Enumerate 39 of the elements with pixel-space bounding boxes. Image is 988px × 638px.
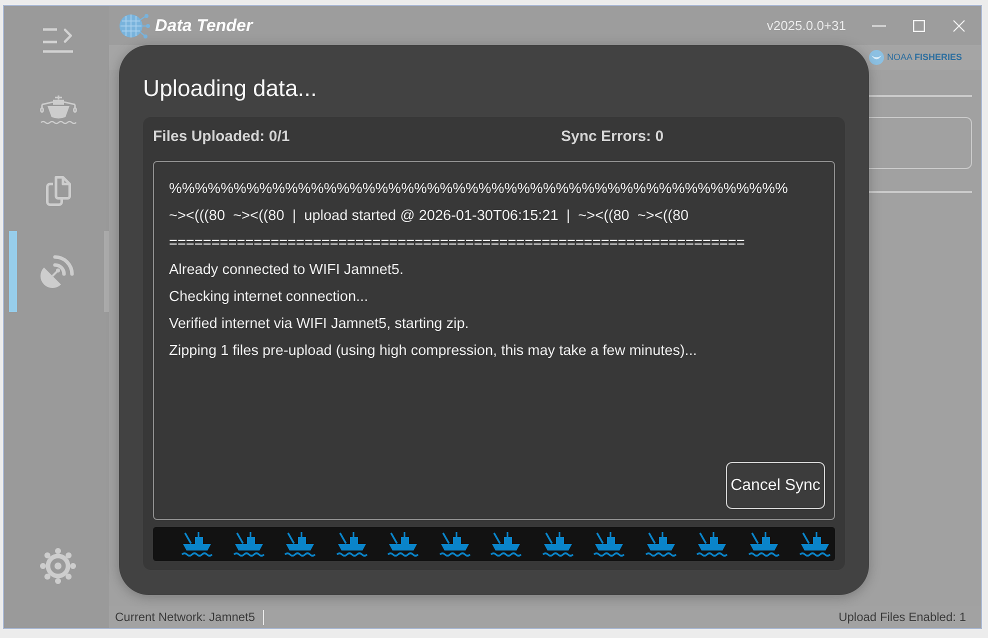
upload-files-status: Upload Files Enabled: 1 bbox=[838, 609, 966, 626]
emblem-icon bbox=[868, 50, 884, 65]
documents-icon bbox=[46, 176, 70, 206]
maximize-icon bbox=[912, 20, 924, 32]
logo-text: NOAA FISHERIES bbox=[886, 50, 962, 64]
log-line: Zipping 1 files pre-upload (using high compression, this may take a few minutes)... bbox=[169, 342, 698, 361]
files-uploaded-label: Files Uploaded: 0/1 bbox=[153, 127, 291, 147]
dialog-title: Uploading data... bbox=[143, 74, 318, 102]
fishing-boat-icon bbox=[438, 531, 470, 557]
log-line: %%%%%%%%%%%%%%%%%%%%%%%%%%%%%%%%%%%%%%%%%%%%%%%% bbox=[169, 180, 789, 199]
fishing-boat-icon bbox=[490, 531, 522, 557]
app-title: Data Tender bbox=[155, 14, 253, 37]
logo-icon bbox=[119, 12, 150, 38]
fishing-boat-icon bbox=[748, 531, 780, 557]
fishing-boat-icon bbox=[593, 531, 625, 557]
satellite-dish-icon bbox=[40, 254, 76, 289]
log-line: Verified internet via WIFI Jamnet5, starting zip. bbox=[169, 315, 470, 334]
log-line: ~><(((80 ~><((80 | upload started @ 2026-01-30T06:15:21 | ~><((80 ~><((80 bbox=[169, 207, 690, 226]
fishing-boat-icon bbox=[696, 531, 728, 557]
cancel-button[interactable]: Cancel Sync bbox=[726, 462, 825, 509]
fishing-boat-icon bbox=[284, 531, 316, 557]
ship-icon bbox=[40, 94, 76, 124]
settings-icon bbox=[40, 548, 76, 584]
fishing-boat-icon bbox=[799, 531, 831, 557]
log-line: ==================================================================== bbox=[169, 234, 746, 253]
log-line: Checking internet connection... bbox=[169, 288, 370, 307]
fishing-boat-icon bbox=[542, 531, 574, 557]
fishing-boat-icon bbox=[644, 531, 676, 557]
close-icon bbox=[952, 20, 964, 32]
fishing-boat-icon bbox=[336, 531, 368, 557]
network-status: Current Network: Jamnet5 bbox=[115, 609, 256, 626]
menu-icon bbox=[43, 28, 73, 53]
fishing-boat-icon bbox=[232, 531, 264, 557]
fishing-boat-icon bbox=[387, 531, 419, 557]
sync-errors-label: Sync Errors: 0 bbox=[561, 127, 664, 147]
version-label: v2025.0.0+31 bbox=[766, 16, 846, 35]
log-line: Already connected to WIFI Jamnet5. bbox=[169, 261, 405, 280]
fishing-boat-icon bbox=[181, 531, 213, 557]
minimize-icon bbox=[872, 24, 886, 26]
